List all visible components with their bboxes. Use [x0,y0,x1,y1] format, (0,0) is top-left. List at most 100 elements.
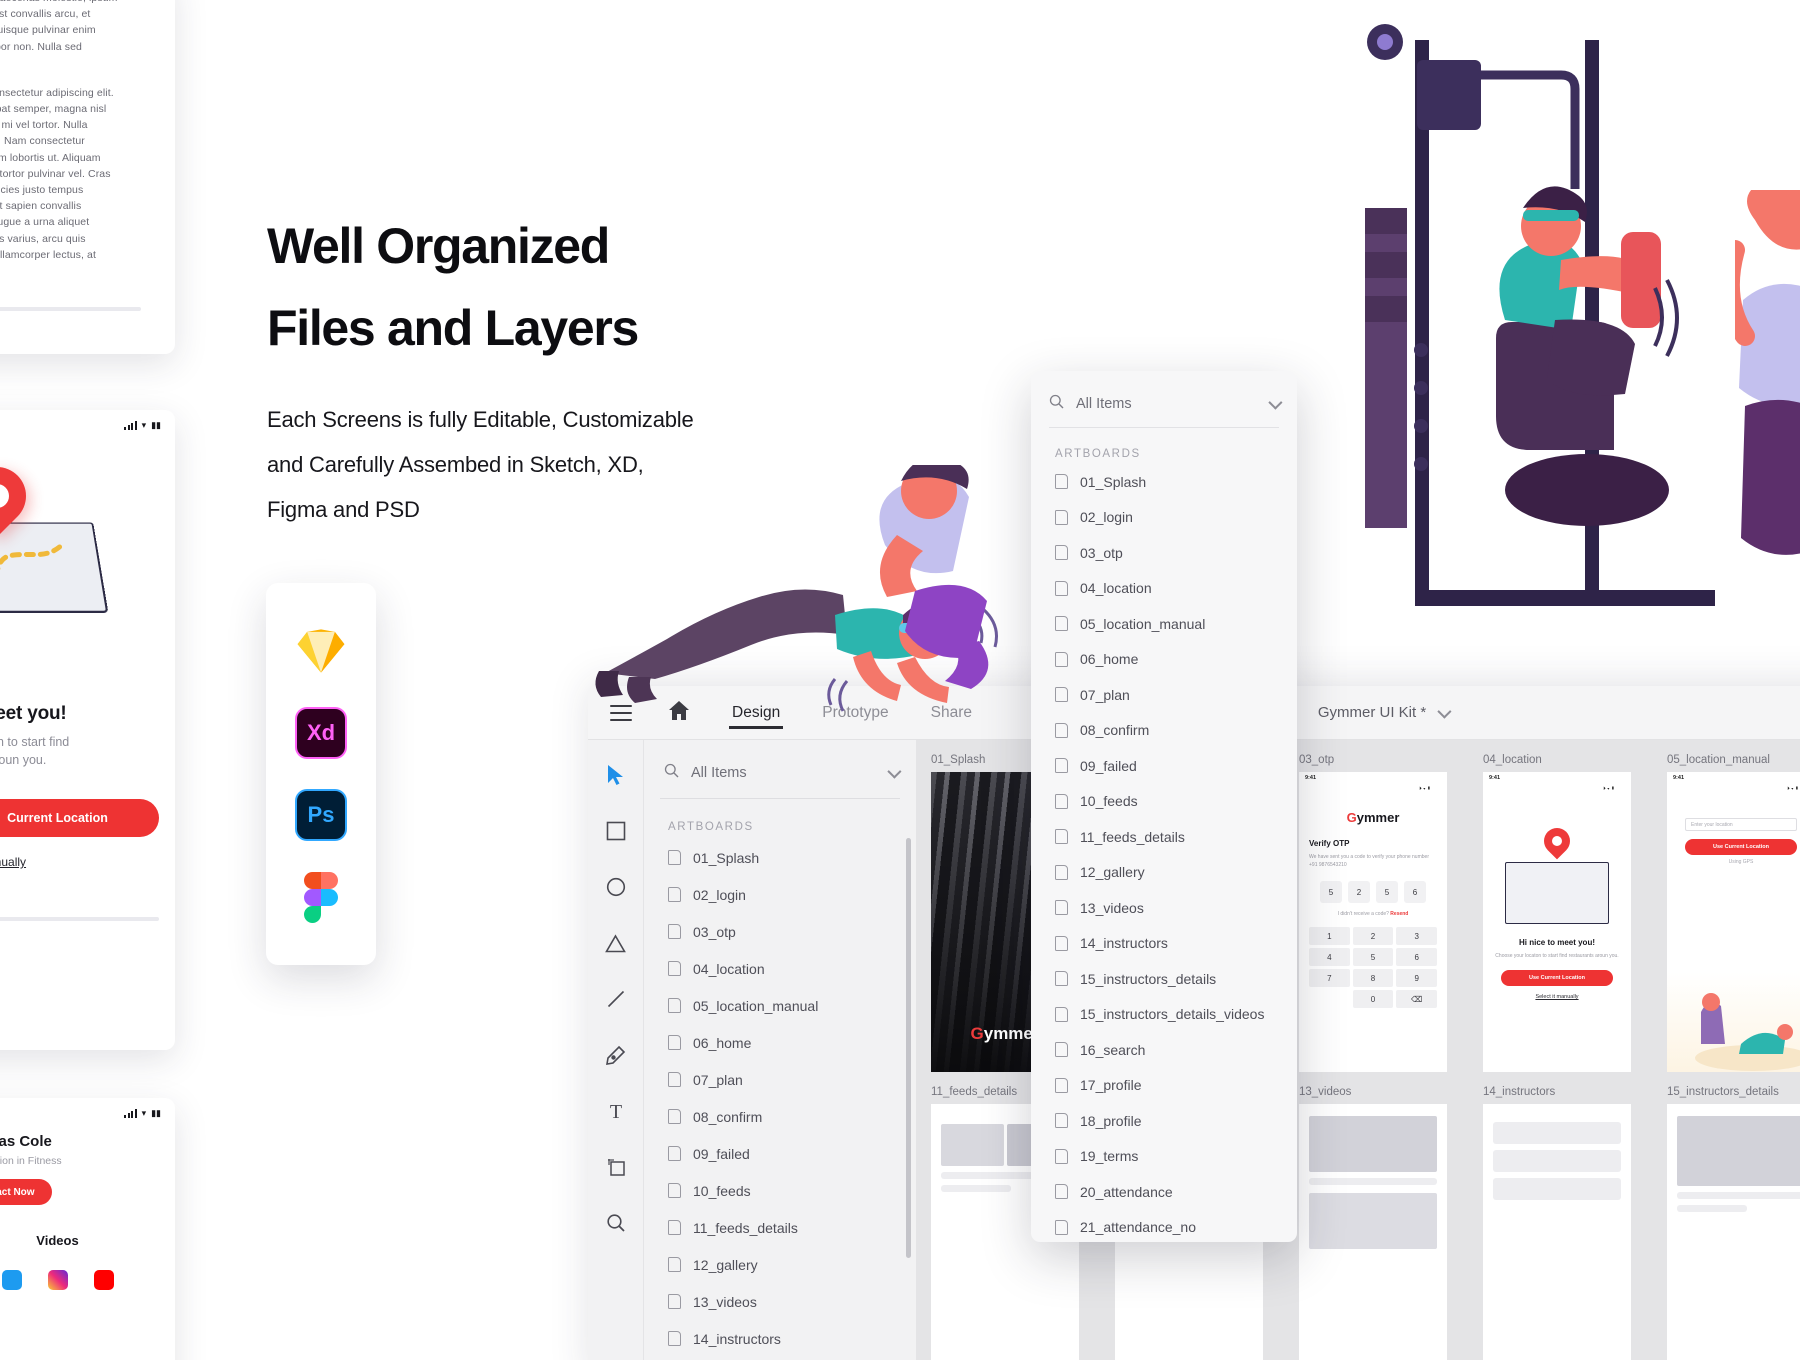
video-thumb [1309,1116,1437,1172]
keypad-key[interactable]: 0 [1352,990,1394,1008]
layers-filter-input[interactable]: All Items [691,765,876,781]
keypad-key[interactable]: 3 [1396,927,1437,945]
artboard-frame [1667,1104,1800,1360]
dropdown-item[interactable]: 15_instructors_details [1031,961,1297,997]
keypad-key[interactable] [1309,990,1350,1008]
dropdown-item[interactable]: 05_location_manual [1031,606,1297,642]
layers-filter-row[interactable]: All Items [644,756,916,790]
artboards-dropdown-panel[interactable]: All Items ARTBOARDS 01_Splash 02_login 03_… [1031,371,1297,1242]
layer-item-label: 08_confirm [693,1108,763,1125]
tab-share[interactable]: Share [931,686,972,739]
keypad-key[interactable]: 1 [1309,927,1350,945]
layer-item[interactable]: 08_confirm [644,1098,916,1135]
dropdown-item[interactable]: 21_attendance_no [1031,1210,1297,1243]
keypad-key[interactable]: 4 [1309,948,1350,966]
otp-digit[interactable]: 5 [1376,881,1398,903]
keypad-key[interactable]: 5 [1352,948,1394,966]
rectangle-tool[interactable] [603,818,629,844]
chevron-down-icon[interactable] [1437,704,1452,719]
otp-digit[interactable]: 2 [1348,881,1370,903]
layer-item[interactable]: 14_instructors [644,1320,916,1357]
home-icon[interactable] [668,700,690,726]
dropdown-item[interactable]: 14_instructors [1031,926,1297,962]
instagram-icon[interactable] [47,1270,68,1290]
tab-design[interactable]: Design [728,686,784,739]
layer-item[interactable]: 07_plan [644,1061,916,1098]
layer-item[interactable]: 12_gallery [644,1246,916,1283]
keypad-key[interactable]: 9 [1396,969,1437,987]
use-current-location-button[interactable]: Use Current Location [1685,839,1797,855]
dropdown-item[interactable]: 07_plan [1031,677,1297,713]
line-tool[interactable] [603,986,629,1012]
dropdown-item[interactable]: 10_feeds [1031,784,1297,820]
otp-digit[interactable]: 5 [1320,881,1342,903]
layer-item[interactable]: 09_failed [644,1135,916,1172]
dropdown-item[interactable]: 15_instructors_details_videos [1031,997,1297,1033]
dropdown-item[interactable]: 13_videos [1031,890,1297,926]
dropdown-item[interactable]: 12_gallery [1031,855,1297,891]
artboard-05-location-manual[interactable]: 05_location_manual 9:41 ⏵ ▾ ▮ Enter your… [1667,754,1800,1072]
dropdown-item[interactable]: 11_feeds_details [1031,819,1297,855]
resend-link[interactable]: Resend [1390,911,1408,917]
artboard-03-otp[interactable]: 03_otp 9:41 ⏵ ▾ ▮ Gymmer Verify OTP We h… [1299,754,1447,1072]
use-current-location-button[interactable]: Use Current Location [1501,970,1613,986]
text-tool[interactable]: T [603,1098,629,1124]
dropdown-item[interactable]: 04_location [1031,571,1297,607]
ellipse-tool[interactable] [603,874,629,900]
keypad-key[interactable]: 7 [1309,969,1350,987]
zoom-tool[interactable] [603,1210,629,1236]
location-input[interactable]: Enter your location [1685,818,1797,831]
select-manually-link[interactable]: Select it manually [1493,994,1621,1000]
layer-item[interactable]: 02_login [644,876,916,913]
dropdown-filter-row[interactable]: All Items [1031,387,1297,421]
hero-section: Well Organized Files and Layers Each Scr… [267,205,967,532]
layer-item[interactable]: 06_home [644,1024,916,1061]
keypad-key[interactable]: 6 [1396,948,1437,966]
keypad-key[interactable]: 8 [1352,969,1394,987]
dropdown-item[interactable]: 17_profile [1031,1068,1297,1104]
pen-tool[interactable] [603,1042,629,1068]
dropdown-item[interactable]: 01_Splash [1031,464,1297,500]
chevron-down-icon[interactable] [1268,395,1283,410]
otp-digit[interactable]: 6 [1404,881,1426,903]
dropdown-item[interactable]: 02_login [1031,500,1297,536]
dropdown-item[interactable]: 03_otp [1031,535,1297,571]
twitter-icon[interactable] [1,1270,22,1290]
dropdown-filter-input[interactable]: All Items [1076,396,1257,412]
dropdown-item[interactable]: 18_profile [1031,1103,1297,1139]
dropdown-item[interactable]: 09_failed [1031,748,1297,784]
layers-scrollbar[interactable] [906,838,911,1258]
layer-item[interactable]: 11_feeds_details [644,1209,916,1246]
cursor-tool[interactable] [603,762,629,788]
artboard-14-instructors[interactable]: 14_instructors [1483,1086,1631,1360]
polygon-tool[interactable] [603,930,629,956]
hamburger-icon[interactable] [610,704,632,721]
dropdown-item-label: 19_terms [1080,1148,1139,1165]
layer-item[interactable]: 04_location [644,950,916,987]
artboard-15-instructors-details[interactable]: 15_instructors_details [1667,1086,1800,1360]
tab-prototype[interactable]: Prototype [822,686,888,739]
otp-inputs[interactable]: 5 2 5 6 [1309,881,1437,903]
dropdown-item[interactable]: 08_confirm [1031,713,1297,749]
artboard-04-location[interactable]: 04_location 9:41 ⏵ ▾ ▮ Hi nice to meet y… [1483,754,1631,1072]
layer-item[interactable]: 10_feeds [644,1172,916,1209]
keypad-key[interactable]: 2 [1352,927,1394,945]
layer-item[interactable]: 01_Splash [644,839,916,876]
numeric-keypad[interactable]: 1 2 3 4 5 6 7 8 9 0 ⌫ [1309,927,1437,1008]
layer-item[interactable]: 13_videos [644,1283,916,1320]
layer-item[interactable]: 05_location_manual [644,987,916,1024]
chevron-down-icon[interactable] [887,764,902,779]
contact-now-button[interactable]: Contact Now [0,1179,52,1205]
dropdown-item[interactable]: 20_attendance [1031,1174,1297,1210]
side-figure-illustration [1735,190,1800,555]
keypad-key[interactable]: ⌫ [1396,990,1437,1008]
artboard-tool[interactable] [603,1154,629,1180]
select-manually-link[interactable]: ct it manually [0,837,175,869]
youtube-icon[interactable] [93,1270,114,1290]
dropdown-item[interactable]: 19_terms [1031,1139,1297,1175]
layer-item[interactable]: 03_otp [644,913,916,950]
dropdown-item[interactable]: 16_search [1031,1032,1297,1068]
use-current-location-button[interactable]: Current Location [0,799,159,837]
artboard-13-videos[interactable]: 13_videos [1299,1086,1447,1360]
dropdown-item[interactable]: 06_home [1031,642,1297,678]
